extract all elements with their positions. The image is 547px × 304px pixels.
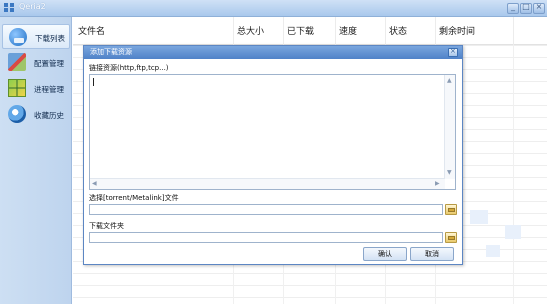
scroll-left-icon[interactable]: ◀ — [92, 180, 97, 187]
download-folder-input[interactable] — [89, 232, 443, 243]
download-list-header: 文件名 总大小 已下载 速度 状态 剩余时间 — [73, 17, 547, 45]
process-grid-icon — [8, 79, 26, 97]
column-header-downloaded[interactable]: 已下载 — [287, 24, 314, 37]
sidebar-item-label: 下载列表 — [35, 34, 65, 43]
download-folder-label: 下载文件夹 — [89, 222, 124, 230]
column-header-status[interactable]: 状态 — [389, 24, 407, 37]
scroll-down-icon[interactable]: ▼ — [447, 169, 452, 176]
folder-icon — [448, 236, 455, 240]
maximize-button[interactable]: □ — [520, 2, 532, 14]
decor-block — [470, 210, 488, 224]
text-caret — [93, 78, 94, 86]
close-button[interactable]: × — [533, 2, 545, 14]
vertical-scrollbar[interactable]: ▲ ▼ — [444, 75, 455, 179]
sidebar: 下载列表 配置管理 进程管理 收藏历史 — [0, 17, 72, 304]
maximize-icon: □ — [522, 2, 530, 11]
decor-block — [505, 225, 521, 239]
close-icon: × — [450, 47, 456, 55]
sidebar-item-download-list[interactable]: 下载列表 — [2, 24, 70, 49]
app-logo-icon — [4, 3, 15, 13]
sidebar-item-config[interactable]: 配置管理 — [2, 50, 70, 75]
folder-icon — [448, 208, 455, 212]
sidebar-item-label: 进程管理 — [34, 85, 64, 94]
sidebar-item-process[interactable]: 进程管理 — [2, 76, 70, 101]
column-header-speed[interactable]: 速度 — [339, 24, 357, 37]
decor-block — [486, 245, 500, 257]
history-globe-icon — [8, 105, 26, 123]
minimize-icon: _ — [511, 2, 515, 11]
url-textarea[interactable]: ▲ ▼ ◀ ▶ — [89, 74, 456, 190]
cancel-button[interactable]: 取消 — [410, 247, 454, 261]
scroll-right-icon[interactable]: ▶ — [435, 180, 440, 187]
horizontal-scrollbar[interactable]: ◀ ▶ — [90, 178, 445, 189]
config-tools-icon — [8, 53, 26, 71]
folder-browse-button[interactable] — [445, 232, 457, 243]
download-globe-icon — [9, 28, 27, 46]
column-header-filename[interactable]: 文件名 — [78, 24, 105, 37]
dialog-close-button[interactable]: × — [448, 47, 458, 57]
close-icon: × — [535, 2, 543, 11]
torrent-browse-button[interactable] — [445, 204, 457, 215]
confirm-button[interactable]: 确认 — [363, 247, 407, 261]
column-header-total-size[interactable]: 总大小 — [237, 24, 264, 37]
scroll-up-icon[interactable]: ▲ — [447, 77, 452, 84]
window-title: Qeria2 — [19, 2, 46, 11]
window-titlebar: Qeria2 _ □ × — [0, 0, 547, 17]
torrent-file-label: 选择[torrent/Metalink]文件 — [89, 194, 179, 202]
dialog-title: 添加下载资源 — [90, 48, 132, 56]
torrent-file-input[interactable] — [89, 204, 443, 215]
dialog-titlebar: 添加下载资源 × — [84, 46, 462, 59]
column-header-remaining-time[interactable]: 剩余时间 — [439, 24, 475, 37]
url-label: 链接资源(http,ftp,tcp...) — [89, 64, 169, 72]
sidebar-item-label: 收藏历史 — [34, 111, 64, 120]
sidebar-item-label: 配置管理 — [34, 59, 64, 68]
add-download-dialog: 添加下载资源 × 链接资源(http,ftp,tcp...) ▲ ▼ ◀ ▶ 选… — [83, 45, 463, 265]
minimize-button[interactable]: _ — [507, 2, 519, 14]
sidebar-item-history[interactable]: 收藏历史 — [2, 102, 70, 127]
